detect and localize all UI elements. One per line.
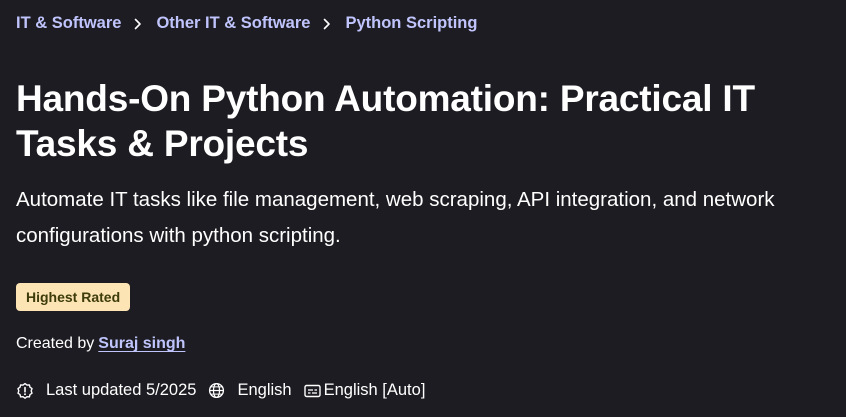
course-captions: English [Auto]	[323, 381, 426, 399]
course-title: Hands-On Python Automation: Practical IT…	[16, 78, 755, 164]
course-subtitle: Automate IT tasks like file management, …	[16, 188, 775, 247]
breadcrumb-other-it-software[interactable]: Other IT & Software	[156, 14, 310, 33]
breadcrumb-python-scripting[interactable]: Python Scripting	[345, 14, 477, 33]
breadcrumb-it-software[interactable]: IT & Software	[16, 14, 121, 33]
course-meta: Last updated 5/2025 English English [Aut…	[16, 381, 425, 400]
instructor-link[interactable]: Suraj singh	[98, 335, 185, 352]
breadcrumb: IT & Software Other IT & Software Python…	[16, 14, 477, 33]
created-by: Created by Suraj singh	[16, 335, 185, 353]
alert-badge-icon	[16, 382, 34, 400]
globe-icon	[208, 382, 225, 399]
highest-rated-badge: Highest Rated	[16, 283, 131, 311]
closed-caption-icon	[303, 384, 321, 398]
last-updated: Last updated 5/2025	[46, 381, 197, 399]
chevron-right-icon	[134, 18, 142, 30]
course-language: English	[237, 381, 292, 399]
created-by-label: Created by	[16, 335, 95, 352]
chevron-right-icon	[323, 18, 331, 30]
